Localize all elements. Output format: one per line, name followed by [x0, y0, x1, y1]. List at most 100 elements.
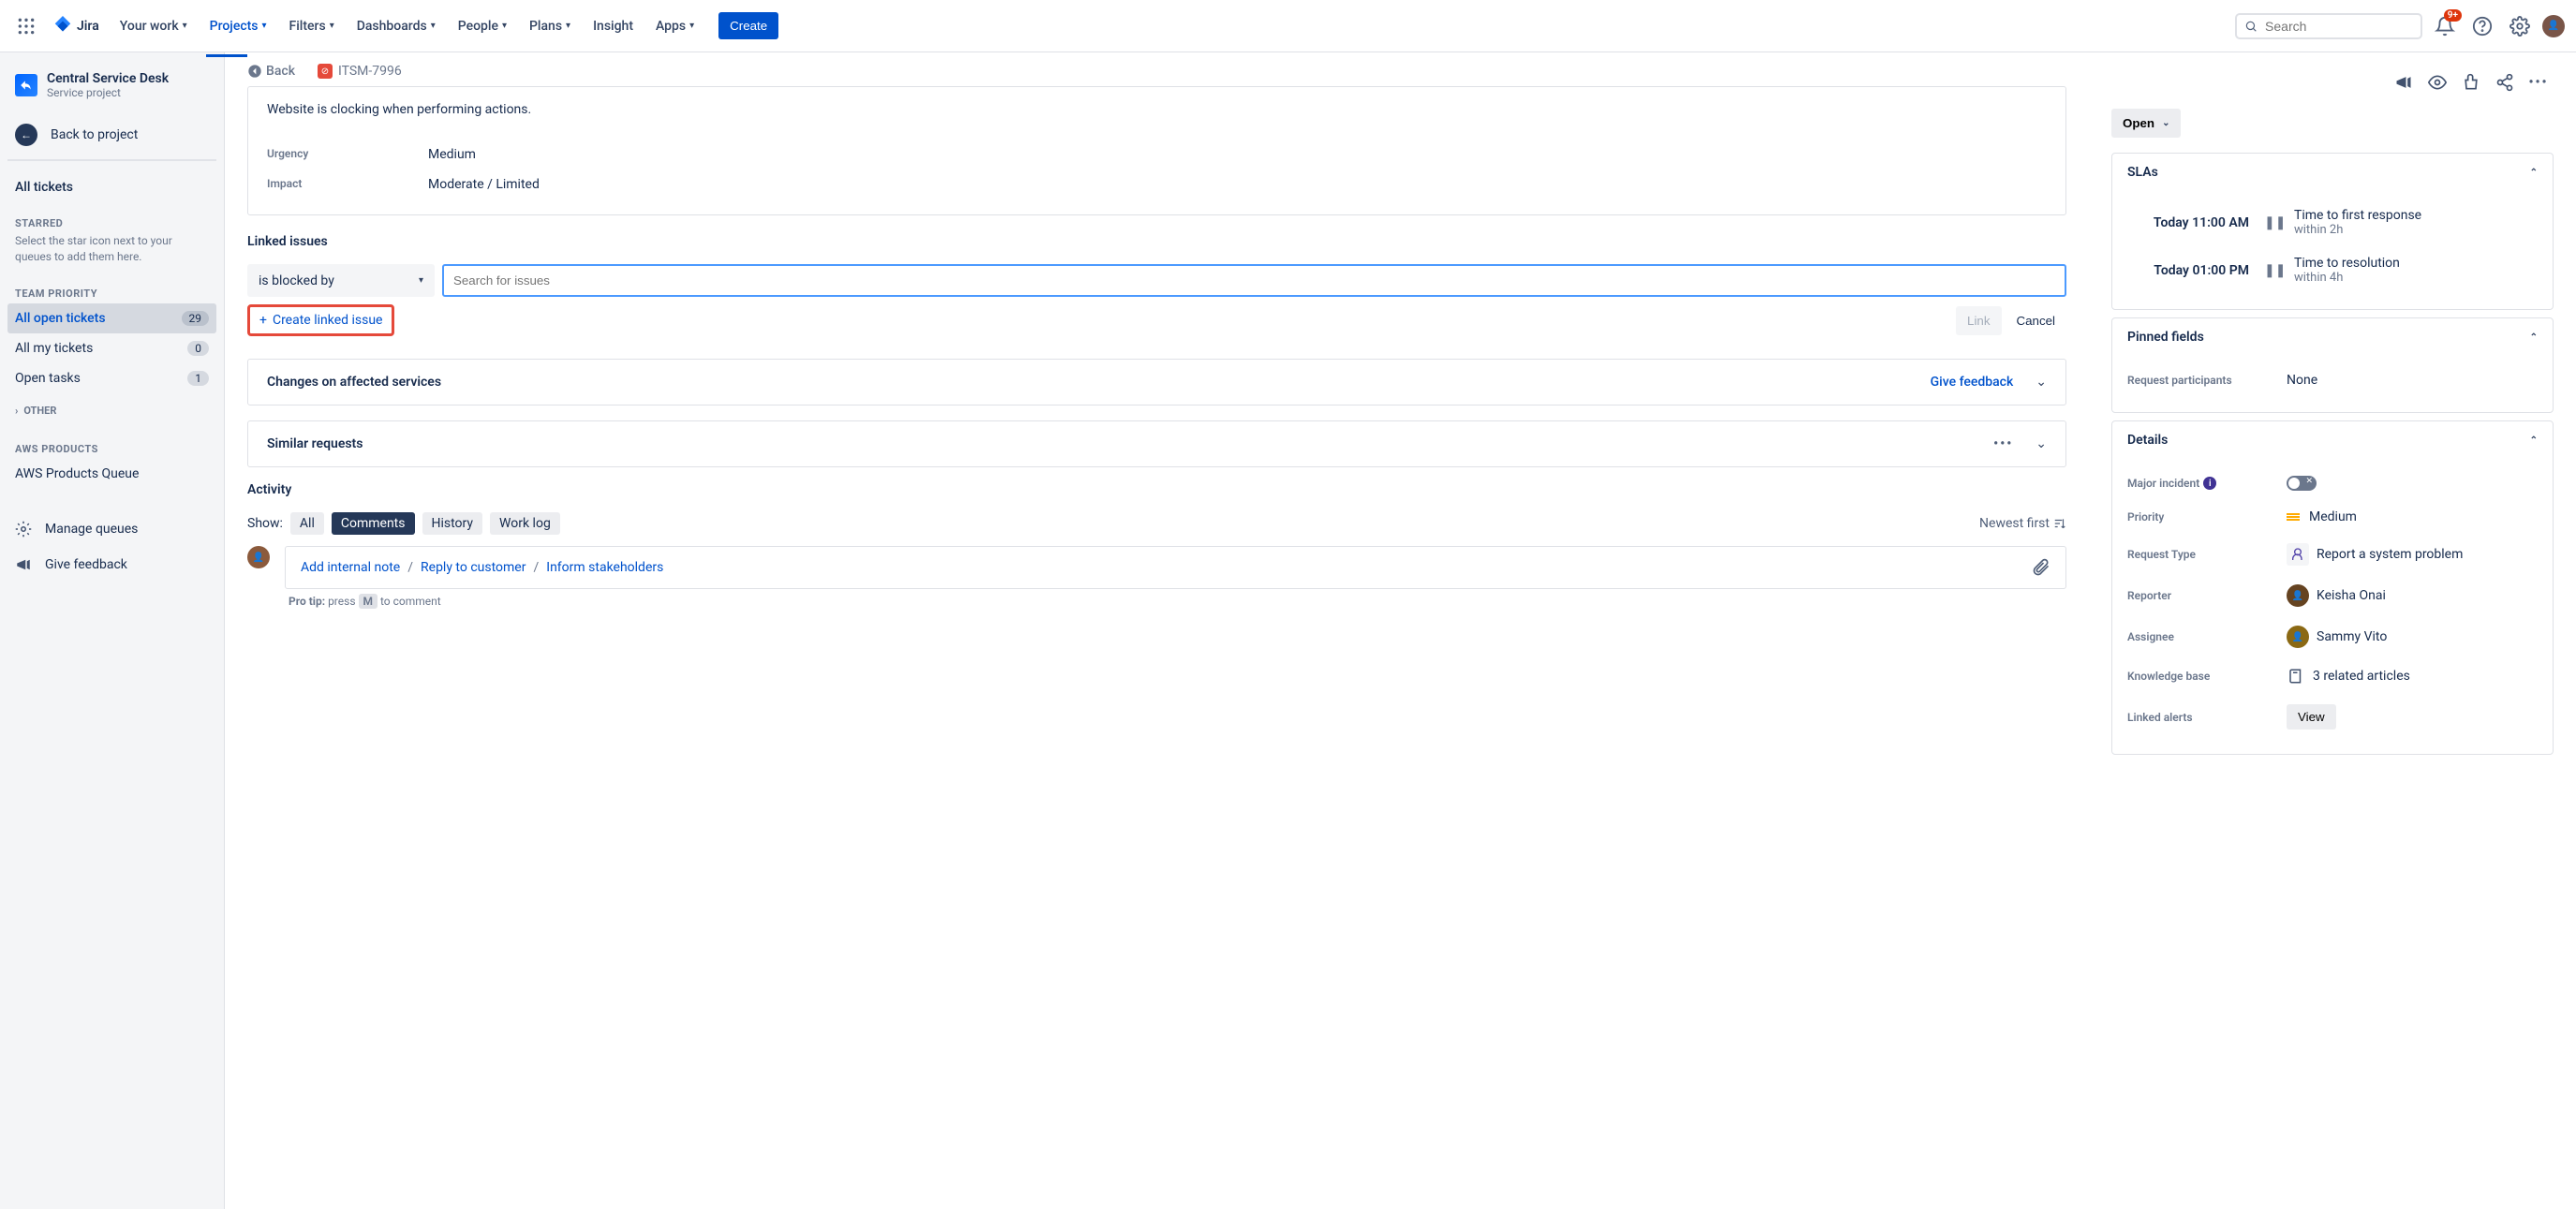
attachment-icon[interactable] [2032, 558, 2050, 577]
similar-requests-panel[interactable]: Similar requests ••• ⌄ [247, 420, 2066, 467]
sort-newest[interactable]: Newest first [1979, 516, 2066, 531]
feedback-icon[interactable] [2389, 67, 2419, 97]
sort-icon [2053, 517, 2066, 530]
top-nav: Jira Your work▾ Projects▾ Filters▾ Dashb… [0, 0, 2576, 52]
cancel-button[interactable]: Cancel [2006, 306, 2067, 335]
profile-avatar[interactable]: 👤 [2542, 15, 2565, 37]
help-icon[interactable] [2467, 11, 2497, 41]
tab-comments[interactable]: Comments [332, 512, 415, 535]
reply-to-customer[interactable]: Reply to customer [421, 560, 526, 575]
details-header[interactable]: Details ⌃ [2112, 421, 2553, 459]
request-type-label: Request Type [2127, 548, 2287, 561]
project-icon [15, 74, 37, 96]
major-incident-label: Major incident i [2127, 477, 2287, 490]
actions-icon[interactable]: ••• [2524, 67, 2554, 97]
starred-note: Select the star icon next to your queues… [7, 233, 216, 273]
queue-all-open[interactable]: All open tickets 29 [7, 303, 216, 333]
affected-services-panel[interactable]: Changes on affected services Give feedba… [247, 359, 2066, 405]
pause-icon: ❚❚ [2264, 215, 2279, 230]
search-issues-input[interactable] [442, 264, 2066, 297]
search-input[interactable] [2265, 19, 2413, 34]
sla-header[interactable]: SLAs ⌃ [2112, 154, 2553, 191]
settings-icon[interactable] [2505, 11, 2535, 41]
pinned-header[interactable]: Pinned fields ⌃ [2112, 318, 2553, 356]
aws-heading: AWS PRODUCTS [7, 428, 216, 459]
priority-value[interactable]: Medium [2287, 509, 2357, 524]
assignee-value[interactable]: 👤 Sammy Vito [2287, 626, 2387, 648]
urgency-label: Urgency [267, 147, 428, 162]
view-alerts-button[interactable]: View [2287, 704, 2336, 730]
sla-row: Today 01:00 PM ❚❚ Time to resolution wit… [2127, 246, 2538, 294]
book-icon [2287, 667, 2305, 686]
nav-your-work[interactable]: Your work▾ [111, 11, 197, 41]
nav-plans[interactable]: Plans▾ [520, 11, 580, 41]
nav-filters[interactable]: Filters▾ [280, 11, 344, 41]
link-button[interactable]: Link [1956, 306, 2001, 335]
back-to-project[interactable]: ← Back to project [7, 114, 216, 155]
jira-logo[interactable]: Jira [45, 16, 107, 37]
details-section: Details ⌃ Major incident i Priority [2111, 420, 2554, 755]
nav-insight[interactable]: Insight [584, 11, 643, 41]
info-icon[interactable]: i [2203, 477, 2216, 490]
other-expand[interactable]: › OTHER [7, 393, 216, 428]
tab-worklog[interactable]: Work log [490, 512, 560, 535]
give-feedback[interactable]: Give feedback [7, 547, 216, 582]
kb-value[interactable]: 3 related articles [2287, 667, 2410, 686]
add-internal-note[interactable]: Add internal note [301, 560, 400, 575]
request-type-value[interactable]: Report a system problem [2287, 543, 2463, 566]
tab-history[interactable]: History [422, 512, 483, 535]
status-dropdown[interactable]: Open ⌄ [2111, 109, 2181, 138]
project-type: Service project [47, 86, 169, 99]
reporter-label: Reporter [2127, 589, 2287, 602]
nav-projects[interactable]: Projects▾ [200, 11, 276, 41]
activity-title: Activity [247, 482, 2066, 497]
chevron-up-icon: ⌃ [2530, 332, 2538, 343]
back-circle-icon [247, 64, 262, 79]
major-incident-toggle[interactable] [2287, 476, 2317, 491]
nav-apps[interactable]: Apps▾ [646, 11, 703, 41]
request-participants-label: Request participants [2127, 374, 2287, 387]
share-icon[interactable] [2490, 67, 2520, 97]
back-arrow-icon: ← [15, 124, 37, 146]
reporter-avatar: 👤 [2287, 584, 2309, 607]
nav-people[interactable]: People▾ [449, 11, 516, 41]
tab-all[interactable]: All [290, 512, 324, 535]
sla-row: Today 11:00 AM ❚❚ Time to first response… [2127, 199, 2538, 246]
reporter-value[interactable]: 👤 Keisha Onai [2287, 584, 2386, 607]
protip: Pro tip: press M to comment [247, 589, 2066, 608]
request-type-icon [2287, 543, 2309, 566]
queue-aws[interactable]: AWS Products Queue [7, 459, 216, 489]
issue-key[interactable]: ⊘ ITSM-7996 [318, 64, 402, 79]
give-feedback-link[interactable]: Give feedback [1931, 375, 2014, 390]
queue-all-my[interactable]: All my tickets 0 [7, 333, 216, 363]
queue-open-tasks[interactable]: Open tasks 1 [7, 363, 216, 393]
all-tickets-link[interactable]: All tickets [7, 172, 216, 202]
manage-queues[interactable]: Manage queues [7, 511, 216, 547]
inform-stakeholders[interactable]: Inform stakeholders [546, 560, 663, 575]
assignee-label: Assignee [2127, 630, 2287, 643]
notif-badge: 9+ [2444, 9, 2462, 22]
queue-count: 29 [182, 311, 210, 326]
app-switcher-icon[interactable] [11, 11, 41, 41]
global-search[interactable] [2235, 13, 2422, 39]
impact-value: Moderate / Limited [428, 177, 540, 192]
queue-count: 0 [187, 341, 209, 356]
watch-icon[interactable] [2422, 67, 2452, 97]
priority-label: Priority [2127, 510, 2287, 523]
linked-issues-title: Linked issues [247, 234, 2066, 249]
create-button[interactable]: Create [718, 12, 778, 39]
description-text: Website is clocking when performing acti… [267, 102, 2047, 117]
starred-heading: STARRED [7, 202, 216, 233]
link-relation-select[interactable]: is blocked by ▾ [247, 264, 435, 297]
request-participants-value[interactable]: None [2287, 373, 2317, 388]
pinned-section: Pinned fields ⌃ Request participants Non… [2111, 317, 2554, 413]
create-linked-issue-button[interactable]: + Create linked issue [247, 304, 394, 336]
comment-box[interactable]: Add internal note / Reply to customer / … [285, 546, 2066, 589]
nav-dashboards[interactable]: Dashboards▾ [348, 11, 445, 41]
impact-label: Impact [267, 177, 428, 192]
more-icon[interactable]: ••• [1993, 436, 2013, 451]
queue-count: 1 [187, 371, 209, 386]
notifications-icon[interactable]: 9+ [2430, 11, 2460, 41]
vote-icon[interactable] [2456, 67, 2486, 97]
breadcrumb-back[interactable]: Back [247, 64, 295, 79]
